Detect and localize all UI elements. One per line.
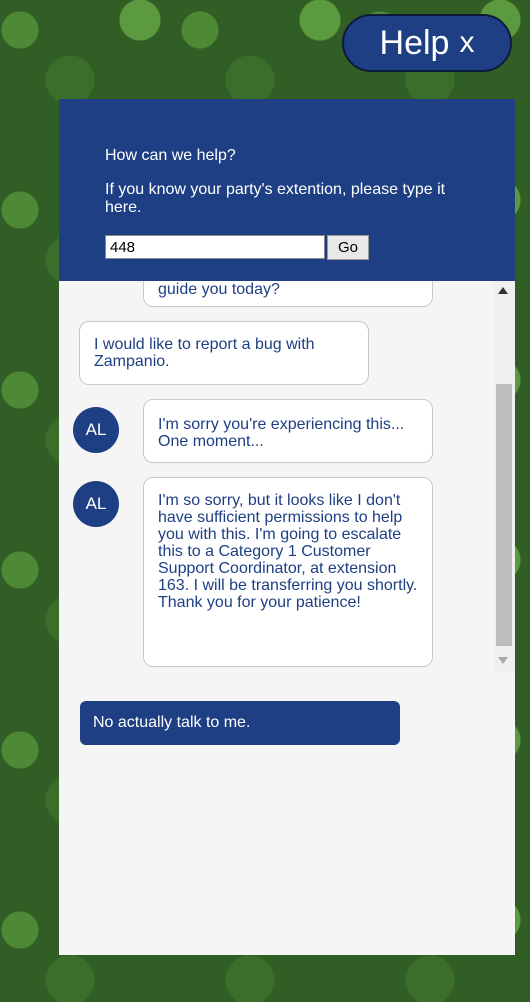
help-title: How can we help?	[105, 147, 236, 164]
help-tab-label: Help	[379, 23, 450, 62]
help-panel-header: How can we help? If you know your party'…	[59, 99, 515, 281]
chat-scrollbar[interactable]	[493, 281, 515, 673]
extension-input[interactable]	[105, 235, 325, 259]
message-text: I'm so sorry, but it looks like I don't …	[158, 492, 418, 611]
message-bubble-agent: guide you today?	[143, 281, 433, 307]
message-text: I'm sorry you're experiencing this... On…	[158, 416, 405, 450]
help-panel: How can we help? If you know your party'…	[59, 99, 515, 955]
scroll-down-arrow-icon[interactable]	[498, 657, 508, 664]
agent-avatar: AL	[73, 481, 119, 527]
help-tab[interactable]: Help x	[342, 14, 512, 72]
chat-log[interactable]: guide you today? I would like to report …	[59, 281, 515, 673]
reply-option-button[interactable]: No actually talk to me.	[80, 701, 400, 745]
extension-instruction: If you know your party's extention, plea…	[105, 181, 446, 216]
message-text: guide you today?	[158, 281, 280, 298]
message-bubble-agent: I'm sorry you're experiencing this... On…	[143, 399, 433, 463]
scroll-thumb[interactable]	[496, 384, 512, 646]
close-icon[interactable]: x	[459, 26, 474, 60]
scroll-up-arrow-icon[interactable]	[498, 287, 508, 294]
agent-avatar: AL	[73, 407, 119, 453]
go-button[interactable]: Go	[327, 235, 369, 260]
message-bubble-user: I would like to report a bug with Zampan…	[79, 321, 369, 385]
message-text: I would like to report a bug with Zampan…	[94, 336, 315, 370]
message-bubble-agent: I'm so sorry, but it looks like I don't …	[143, 477, 433, 667]
